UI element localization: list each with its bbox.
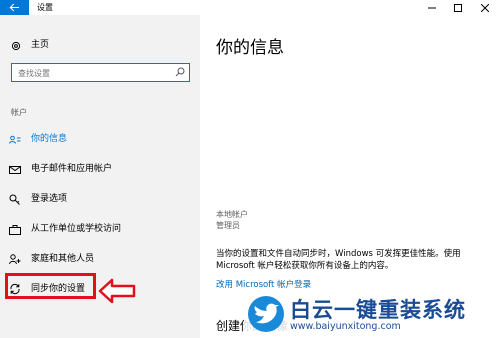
account-role: 管理员 bbox=[216, 221, 240, 230]
watermark: 白云一键重装系统 www.baiyunxitong.com bbox=[244, 292, 499, 338]
briefcase-icon bbox=[9, 220, 21, 239]
title-bar: 设置 bbox=[0, 0, 499, 15]
back-arrow-icon bbox=[9, 3, 19, 12]
page-title: 你的信息 bbox=[216, 38, 284, 58]
gear-icon bbox=[11, 41, 21, 51]
sidebar-item-label: 电子邮件和应用帐户 bbox=[31, 164, 113, 174]
microsoft-signin-link[interactable]: 改用 Microsoft 帐户登录 bbox=[216, 278, 311, 290]
home-label[interactable]: 主页 bbox=[31, 37, 49, 50]
sidebar-item-email-accounts[interactable]: 电子邮件和应用帐户 bbox=[0, 156, 200, 176]
window-title: 设置 bbox=[37, 3, 53, 12]
sidebar-item-work-school[interactable]: 从工作单位或学校访问 bbox=[0, 216, 200, 236]
sidebar-item-label: 你的信息 bbox=[31, 134, 68, 144]
search-icon[interactable] bbox=[175, 67, 185, 77]
sidebar-item-label: 家庭和其他人员 bbox=[31, 254, 95, 264]
watermark-text-en: www.baiyunxitong.com bbox=[290, 321, 401, 332]
highlight-box bbox=[5, 273, 96, 299]
close-icon bbox=[481, 4, 489, 12]
search-input[interactable] bbox=[18, 67, 168, 79]
sidebar-item-sign-in-options[interactable]: 登录选项 bbox=[0, 186, 200, 206]
back-button[interactable] bbox=[0, 0, 29, 15]
account-type: 本地帐户 bbox=[216, 210, 248, 219]
minimize-button[interactable] bbox=[420, 0, 444, 15]
person-plus-icon bbox=[9, 250, 21, 269]
sidebar-item-your-info[interactable]: 你的信息 bbox=[0, 126, 200, 146]
watermark-text-cn: 白云一键重装系统 bbox=[290, 298, 466, 322]
key-icon bbox=[9, 190, 21, 209]
main-content: 你的信息 本地帐户 管理员 当你的设置和文件自动同步时，Windows 可发挥更… bbox=[200, 15, 499, 338]
close-button[interactable] bbox=[473, 0, 497, 15]
section-title: 帐户 bbox=[11, 108, 27, 117]
sidebar: 主页 帐户 你的信息 电子邮件和应用帐户 bbox=[0, 15, 200, 338]
sync-description: 当你的设置和文件自动同步时，Windows 可发挥更佳性能。使用 Microso… bbox=[216, 249, 461, 271]
bird-logo-icon bbox=[248, 296, 284, 332]
search-box[interactable] bbox=[11, 63, 190, 82]
maximize-icon bbox=[454, 4, 462, 12]
sidebar-item-family[interactable]: 家庭和其他人员 bbox=[0, 246, 200, 266]
person-card-icon bbox=[9, 130, 21, 149]
sidebar-item-label: 登录选项 bbox=[31, 194, 68, 204]
minimize-icon bbox=[428, 7, 436, 9]
maximize-button[interactable] bbox=[446, 0, 470, 15]
pointer-arrow-icon bbox=[98, 278, 136, 304]
home-nav-item[interactable] bbox=[11, 36, 21, 55]
mail-icon bbox=[9, 160, 21, 179]
sidebar-item-label: 从工作单位或学校访问 bbox=[31, 224, 122, 234]
